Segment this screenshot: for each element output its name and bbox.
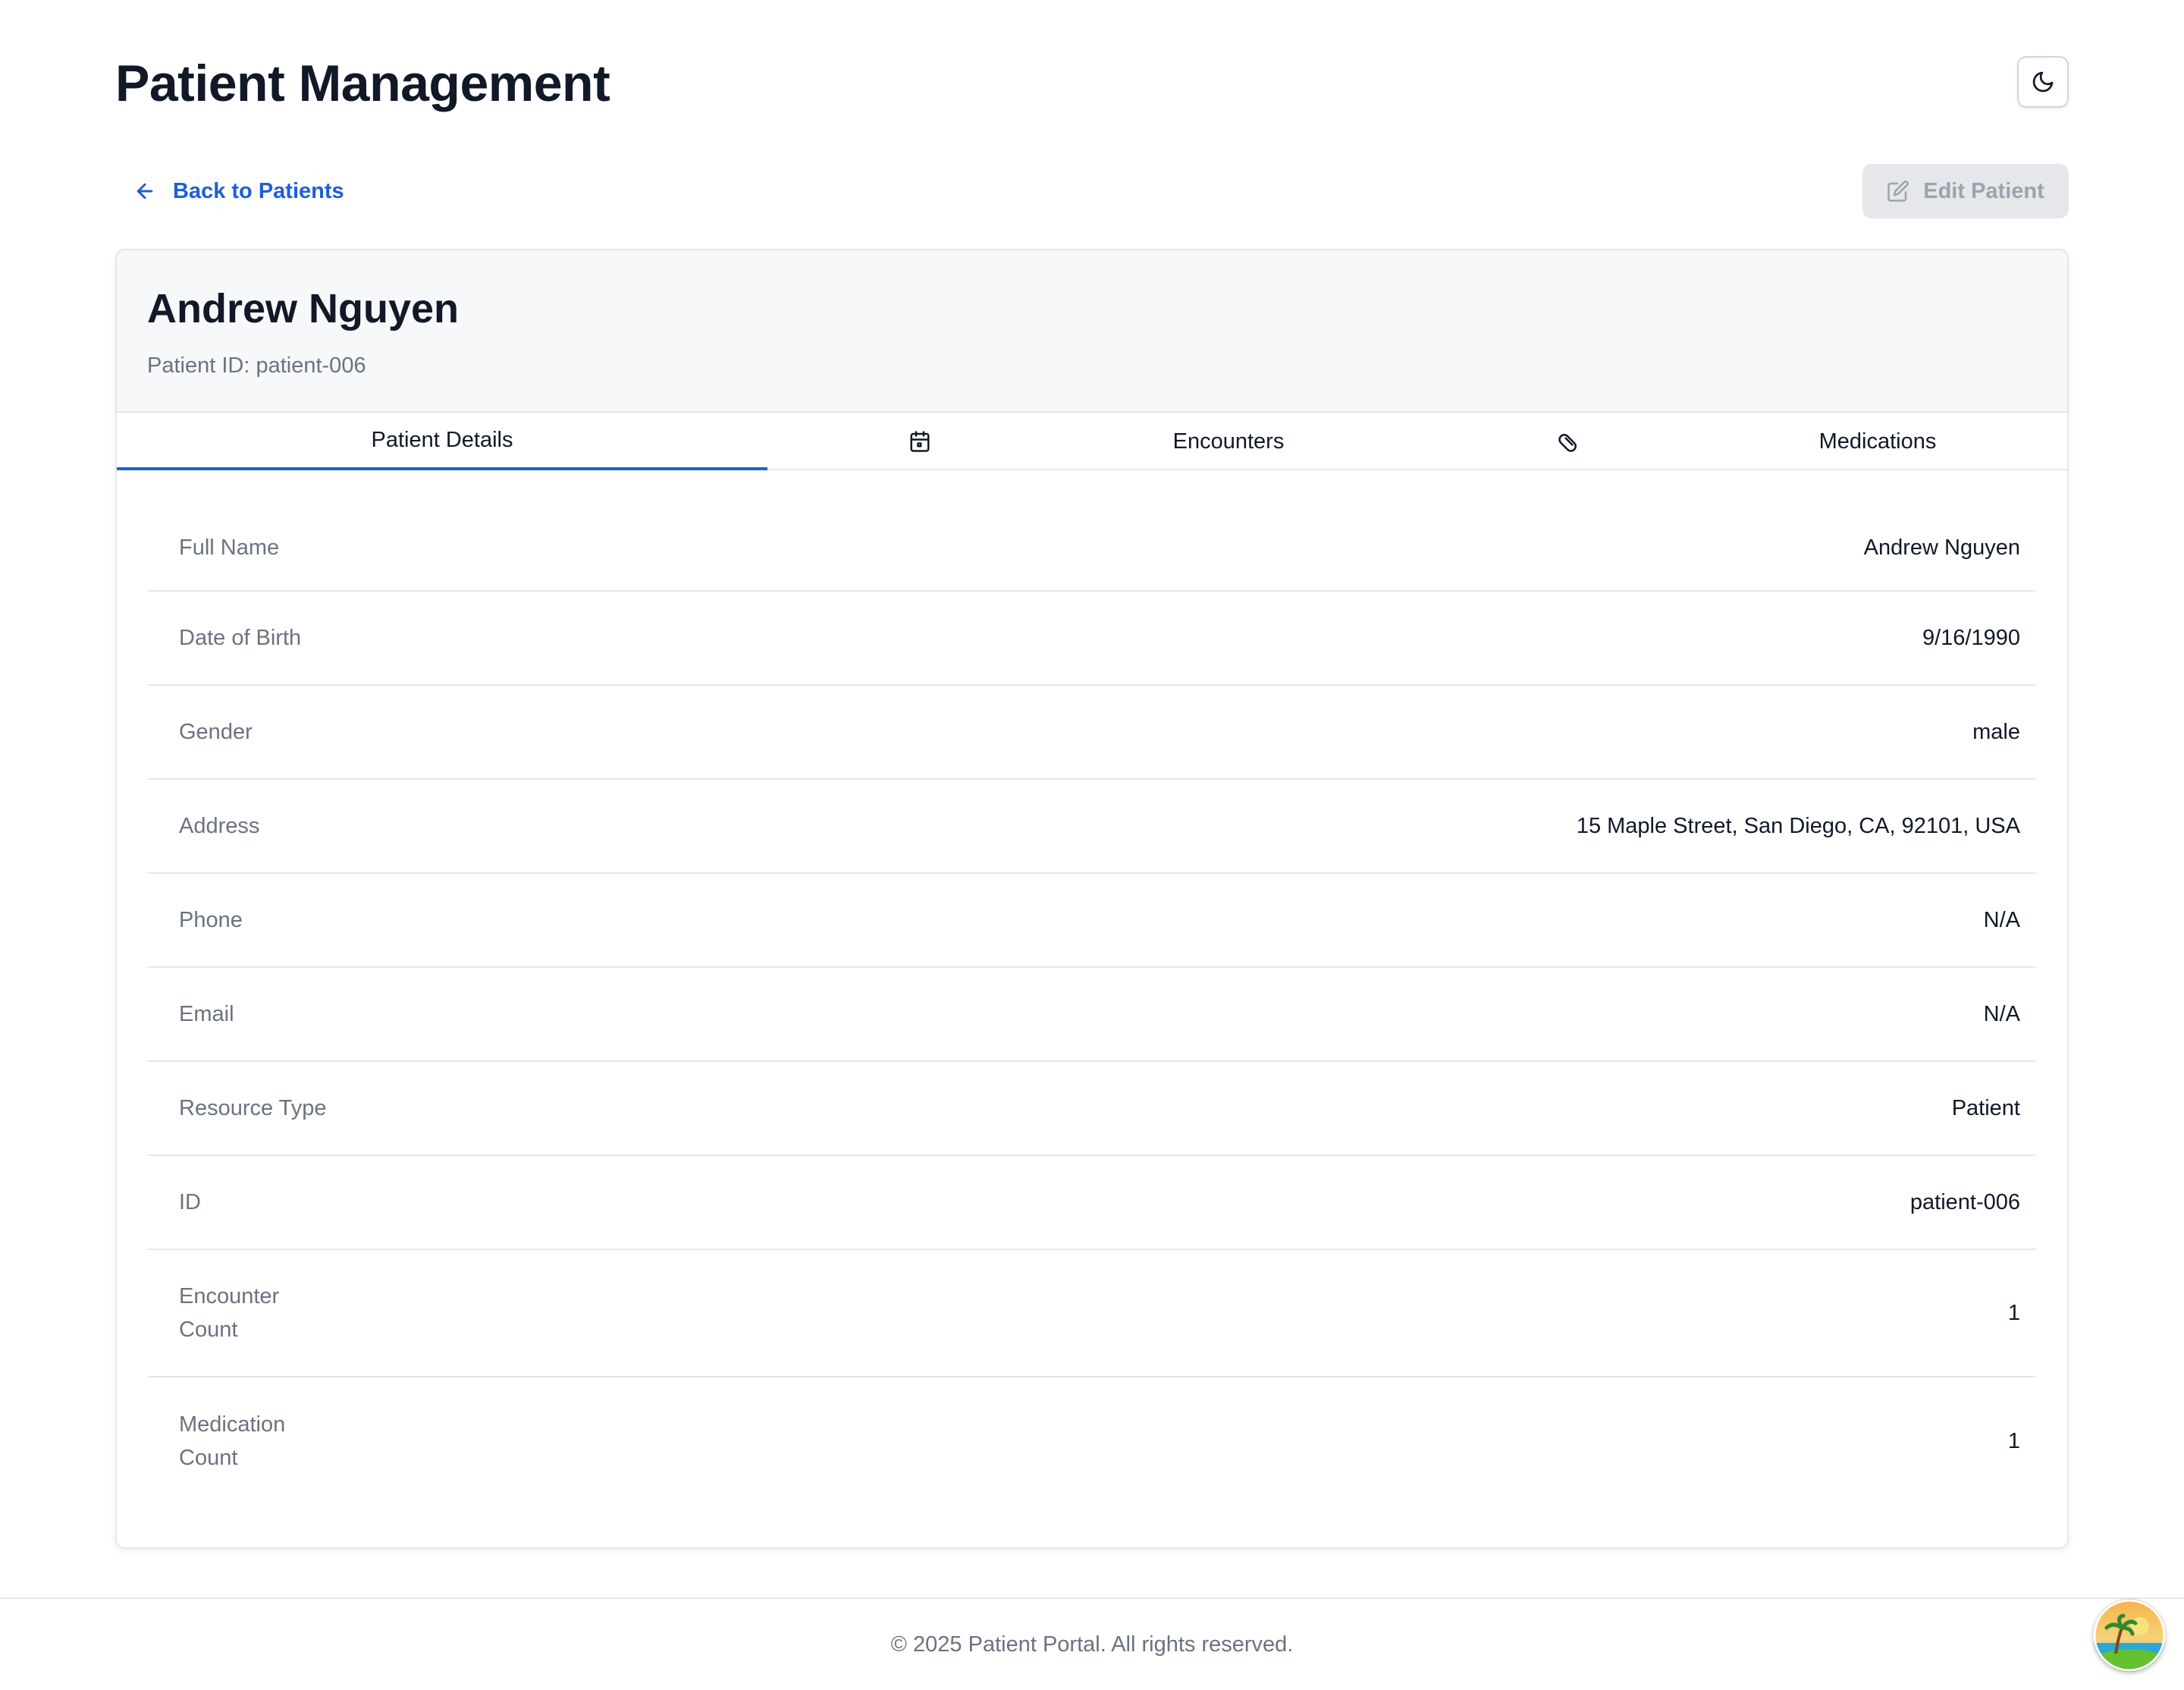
- detail-value: N/A: [1983, 1001, 2020, 1026]
- detail-value: 9/16/1990: [1922, 625, 2020, 650]
- detail-row-phone: Phone N/A: [147, 874, 2035, 968]
- patient-card-header: Andrew Nguyen Patient ID: patient-006: [117, 250, 2067, 413]
- tab-bar: Patient Details Encounters Medications: [117, 413, 2067, 470]
- calendar-icon[interactable]: [908, 413, 931, 470]
- detail-row-medication-count: Medication Count 1: [147, 1377, 2035, 1505]
- detail-row-id: ID patient-006: [147, 1156, 2035, 1250]
- detail-value: 15 Maple Street, San Diego, CA, 92101, U…: [1576, 813, 2020, 838]
- detail-label: Full Name: [179, 536, 280, 560]
- detail-label: Phone: [179, 908, 243, 932]
- edit-button-label: Edit Patient: [1923, 178, 2044, 203]
- tab-patient-details[interactable]: Patient Details: [117, 413, 767, 470]
- detail-row-date-of-birth: Date of Birth 9/16/1990: [147, 592, 2035, 686]
- tab-label: Patient Details: [371, 427, 513, 452]
- beach-avatar-image: [2093, 1599, 2166, 1672]
- edit-patient-button[interactable]: Edit Patient: [1862, 164, 2069, 218]
- pill-icon[interactable]: [1558, 413, 1580, 470]
- detail-label: Gender: [179, 720, 253, 744]
- detail-label: Address: [179, 814, 260, 838]
- moon-icon: [2032, 71, 2054, 93]
- footer: © 2025 Patient Portal. All rights reserv…: [0, 1597, 2184, 1690]
- detail-label: Medication Count: [179, 1412, 286, 1470]
- back-to-patients-link[interactable]: Back to Patients: [133, 173, 344, 209]
- detail-value: 1: [2007, 1300, 2020, 1325]
- detail-row-resource-type: Resource Type Patient: [147, 1062, 2035, 1156]
- avatar[interactable]: [2093, 1599, 2166, 1672]
- tab-encounters[interactable]: Encounters: [1027, 413, 1430, 470]
- detail-value: Andrew Nguyen: [1863, 535, 2020, 560]
- footer-copyright: © 2025 Patient Portal. All rights reserv…: [890, 1632, 1294, 1657]
- detail-label: Email: [179, 1002, 234, 1026]
- page: Patient Management Back to Patients Edit…: [0, 0, 2184, 1690]
- tab-medications[interactable]: Medications: [1649, 413, 2067, 470]
- detail-value: Patient: [1951, 1095, 2020, 1120]
- patient-details-list: Full Name Andrew Nguyen Date of Birth 9/…: [147, 505, 2035, 1505]
- detail-row-gender: Gender male: [147, 686, 2035, 780]
- page-title: Patient Management: [115, 55, 610, 112]
- detail-value: male: [1972, 719, 2020, 744]
- detail-label: ID: [179, 1190, 201, 1214]
- theme-toggle-button[interactable]: [2017, 56, 2069, 108]
- detail-label: Date of Birth: [179, 626, 302, 650]
- detail-row-full-name: Full Name Andrew Nguyen: [147, 505, 2035, 592]
- tab-label: Medications: [1818, 429, 1937, 454]
- edit-icon: [1887, 181, 1909, 202]
- back-link-label: Back to Patients: [173, 178, 344, 203]
- arrow-left-icon: [136, 183, 153, 199]
- detail-value: N/A: [1983, 907, 2020, 932]
- detail-label: Encounter Count: [179, 1284, 280, 1342]
- detail-value: patient-006: [1909, 1189, 2020, 1214]
- detail-row-email: Email N/A: [147, 968, 2035, 1062]
- patient-card: Andrew Nguyen Patient ID: patient-006 Pa…: [115, 249, 2069, 1549]
- detail-row-encounter-count: Encounter Count 1: [147, 1250, 2035, 1377]
- detail-label: Resource Type: [179, 1096, 327, 1120]
- detail-row-address: Address 15 Maple Street, San Diego, CA, …: [147, 780, 2035, 874]
- patient-id: Patient ID: patient-006: [147, 353, 366, 378]
- tab-label: Encounters: [1172, 429, 1285, 454]
- patient-name: Andrew Nguyen: [147, 286, 460, 331]
- detail-value: 1: [2007, 1428, 2020, 1453]
